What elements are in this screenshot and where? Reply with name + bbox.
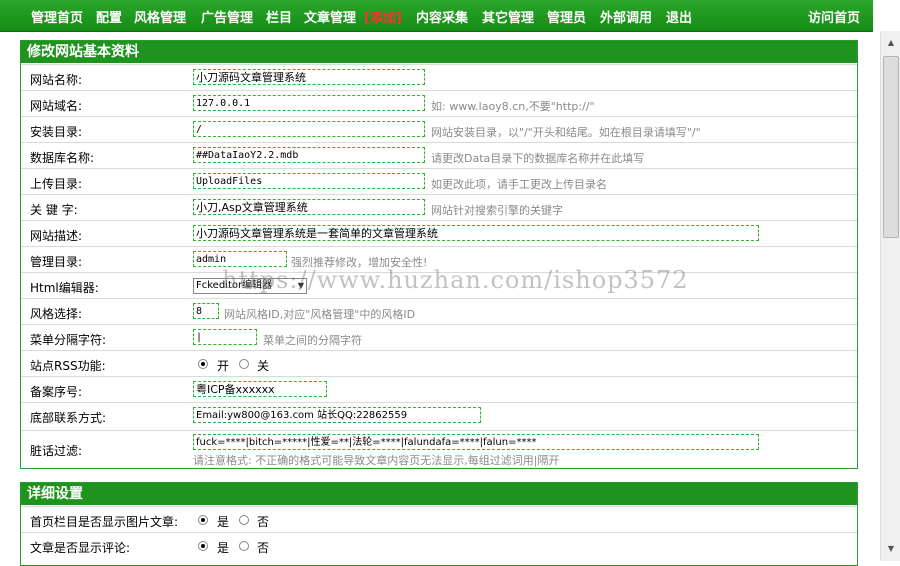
- row-db-name: 数据库名称: ##DataIaoY2.2.mdb 请更改Data目录下的数据库名…: [21, 142, 857, 168]
- comments-yes-label: 是: [217, 541, 230, 555]
- comments-no-radio[interactable]: [239, 541, 249, 551]
- db-name-hint: 请更改Data目录下的数据库名称并在此填写: [431, 152, 645, 165]
- word-filter-hint: 请注意格式: 不正确的格式可能导致文章内容页无法显示,每组过滤词用|隔开: [193, 454, 560, 467]
- upload-dir-hint: 如更改此项，请手工更改上传目录名: [431, 178, 607, 191]
- site-name-input[interactable]: 小刀源码文章管理系统: [193, 69, 425, 85]
- style-label: 风格选择:: [30, 307, 83, 321]
- show-comments-label: 文章是否显示评论:: [30, 541, 131, 555]
- comments-no-label: 否: [257, 541, 270, 555]
- nav-add-article[interactable]: [添加]: [364, 7, 402, 26]
- keywords-label: 关 键 字:: [30, 203, 78, 217]
- home-image-no-label: 否: [257, 515, 270, 529]
- db-name-input[interactable]: ##DataIaoY2.2.mdb: [193, 147, 425, 163]
- scroll-up-icon[interactable]: ▲: [883, 35, 899, 51]
- nav-other-manage[interactable]: 其它管理: [482, 7, 534, 26]
- nav-column[interactable]: 栏目: [266, 7, 292, 26]
- row-site-name: 网站名称: 小刀源码文章管理系统: [21, 64, 857, 90]
- row-upload-dir: 上传目录: UploadFiles 如更改此项，请手工更改上传目录名: [21, 168, 857, 194]
- icp-input[interactable]: 粤ICP备xxxxxx: [193, 381, 327, 397]
- nav-external-call[interactable]: 外部调用: [600, 7, 652, 26]
- word-filter-input[interactable]: fuck=****|bitch=*****|性爱=**|法轮=****|falu…: [193, 434, 759, 450]
- db-name-label: 数据库名称:: [30, 151, 95, 165]
- detail-settings-panel: 详细设置 首页栏目是否显示图片文章: 是 否 文章是否显示评论: 是 否: [20, 482, 858, 566]
- nav-config[interactable]: 配置: [96, 7, 122, 26]
- upload-dir-input[interactable]: UploadFiles: [193, 173, 425, 189]
- upload-dir-label: 上传目录:: [30, 177, 83, 191]
- install-dir-input[interactable]: /: [193, 121, 425, 137]
- row-html-editor: Html编辑器: Fckeditor编辑器 ▼: [21, 272, 857, 298]
- keywords-input[interactable]: 小刀,Asp文章管理系统: [193, 199, 425, 215]
- style-hint: 网站风格ID,对应"风格管理"中的风格ID: [224, 308, 416, 321]
- basic-settings-panel: 修改网站基本资料 网站名称: 小刀源码文章管理系统 网站域名: 127.0.0.…: [20, 40, 858, 469]
- icp-label: 备案序号:: [30, 385, 83, 399]
- nav-logout[interactable]: 退出: [666, 7, 692, 26]
- domain-label: 网站域名:: [30, 99, 83, 113]
- row-word-filter: 脏话过滤: fuck=****|bitch=*****|性爱=**|法轮=***…: [21, 430, 857, 468]
- nav-content-collect[interactable]: 内容采集: [416, 7, 468, 26]
- rss-on-radio[interactable]: [198, 359, 208, 369]
- admin-dir-input[interactable]: admin: [193, 251, 287, 267]
- description-input[interactable]: 小刀源码文章管理系统是一套简单的文章管理系统: [193, 225, 759, 241]
- menu-separator-input[interactable]: |: [193, 329, 257, 345]
- admin-dir-hint: 强烈推荐修改，增加安全性!: [291, 256, 428, 269]
- vertical-scrollbar[interactable]: ▲ ▼: [880, 31, 900, 561]
- domain-hint: 如: www.laoy8.cn,不要"http://": [431, 100, 595, 113]
- footer-contact-label: 底部联系方式:: [30, 411, 107, 425]
- row-footer-contact: 底部联系方式: Email:yw800@163.com 站长QQ:2286255…: [21, 402, 857, 430]
- html-editor-selected: Fckeditor编辑器: [196, 280, 273, 291]
- nav-article-manage[interactable]: 文章管理: [304, 7, 356, 26]
- scrollbar-thumb[interactable]: [883, 56, 899, 238]
- row-home-image-articles: 首页栏目是否显示图片文章: 是 否: [21, 506, 857, 532]
- row-install-dir: 安装目录: / 网站安装目录，以"/"开头和结尾。如在根目录请填写"/": [21, 116, 857, 142]
- description-label: 网站描述:: [30, 229, 83, 243]
- comments-yes-radio[interactable]: [198, 541, 208, 551]
- row-rss: 站点RSS功能: 开 关: [21, 350, 857, 376]
- home-image-no-radio[interactable]: [239, 515, 249, 525]
- install-dir-label: 安装目录:: [30, 125, 83, 139]
- nav-style-manage[interactable]: 风格管理: [134, 7, 186, 26]
- row-show-comments: 文章是否显示评论: 是 否: [21, 532, 857, 558]
- row-style-select: 风格选择: 8 网站风格ID,对应"风格管理"中的风格ID: [21, 298, 857, 324]
- row-keywords: 关 键 字: 小刀,Asp文章管理系统 网站针对搜索引擎的关键字: [21, 194, 857, 220]
- home-image-yes-label: 是: [217, 515, 230, 529]
- rss-label: 站点RSS功能:: [30, 359, 106, 373]
- word-filter-label: 脏话过滤:: [30, 444, 83, 458]
- html-editor-select[interactable]: Fckeditor编辑器 ▼: [193, 278, 307, 294]
- nav-admin-home[interactable]: 管理首页: [31, 7, 83, 26]
- scroll-down-icon[interactable]: ▼: [883, 541, 899, 557]
- row-admin-dir: 管理目录: admin 强烈推荐修改，增加安全性!: [21, 246, 857, 272]
- html-editor-label: Html编辑器:: [30, 281, 99, 295]
- domain-input[interactable]: 127.0.0.1: [193, 95, 425, 111]
- admin-dir-label: 管理目录:: [30, 255, 83, 269]
- top-nav: 管理首页 配置 风格管理 广告管理 栏目 文章管理 [添加] 内容采集 其它管理…: [0, 0, 873, 32]
- row-icp: 备案序号: 粤ICP备xxxxxx: [21, 376, 857, 402]
- keywords-hint: 网站针对搜索引擎的关键字: [431, 204, 563, 217]
- row-description: 网站描述: 小刀源码文章管理系统是一套简单的文章管理系统: [21, 220, 857, 246]
- menu-separator-hint: 菜单之间的分隔字符: [263, 334, 362, 347]
- nav-ad-manage[interactable]: 广告管理: [201, 7, 253, 26]
- row-domain: 网站域名: 127.0.0.1 如: www.laoy8.cn,不要"http:…: [21, 90, 857, 116]
- menu-separator-label: 菜单分隔字符:: [30, 333, 107, 347]
- panel-title: 修改网站基本资料: [21, 41, 857, 63]
- nav-visit-home[interactable]: 访问首页: [808, 7, 860, 26]
- style-id-input[interactable]: 8: [193, 303, 219, 319]
- rss-off-label: 关: [257, 359, 270, 373]
- rss-off-radio[interactable]: [239, 359, 249, 369]
- home-image-label: 首页栏目是否显示图片文章:: [30, 515, 179, 529]
- panel-title: 详细设置: [21, 483, 857, 505]
- chevron-down-icon: ▼: [297, 281, 304, 290]
- footer-contact-input[interactable]: Email:yw800@163.com 站长QQ:22862559: [193, 407, 481, 423]
- home-image-yes-radio[interactable]: [198, 515, 208, 525]
- site-name-label: 网站名称:: [30, 73, 83, 87]
- row-menu-separator: 菜单分隔字符: | 菜单之间的分隔字符: [21, 324, 857, 350]
- install-dir-hint: 网站安装目录，以"/"开头和结尾。如在根目录请填写"/": [431, 126, 701, 139]
- rss-on-label: 开: [217, 359, 230, 373]
- nav-admins[interactable]: 管理员: [547, 7, 586, 26]
